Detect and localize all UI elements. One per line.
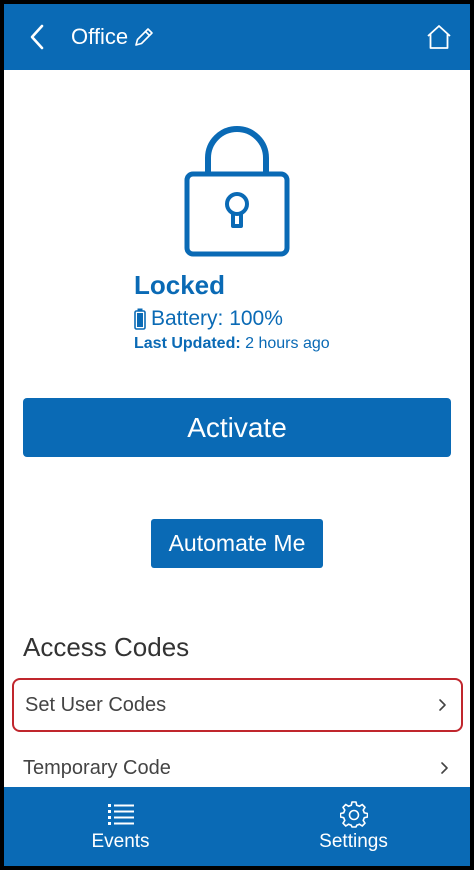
battery-status: Battery: 100%: [134, 307, 283, 331]
bottom-navigation: Events Settings: [4, 787, 470, 866]
battery-icon: [134, 308, 146, 330]
nav-label: Settings: [319, 831, 388, 852]
chevron-left-icon: [30, 24, 44, 50]
gear-icon: [339, 801, 368, 828]
automate-me-button[interactable]: Automate Me: [151, 519, 323, 568]
nav-item-events[interactable]: Events: [4, 787, 237, 866]
lock-status: Locked: [134, 270, 226, 300]
battery-text: Battery: 100%: [151, 307, 283, 330]
chevron-right-icon: [439, 699, 446, 711]
list-item-label: Set User Codes: [25, 693, 167, 716]
app-header: Office: [4, 4, 470, 70]
list-item-set-user-codes[interactable]: Set User Codes: [12, 678, 463, 732]
back-button[interactable]: [22, 22, 52, 52]
list-icon: [107, 804, 134, 825]
edit-name-button[interactable]: [132, 25, 156, 49]
last-updated: Last Updated: 2 hours ago: [134, 335, 330, 353]
home-icon: [427, 25, 451, 49]
activate-button[interactable]: Activate: [23, 398, 451, 457]
nav-item-settings[interactable]: Settings: [237, 787, 470, 866]
list-item-label: Temporary Code: [23, 756, 171, 779]
page-title: Office: [71, 24, 129, 49]
chevron-right-icon: [441, 762, 448, 774]
last-updated-value: 2 hours ago: [245, 335, 330, 352]
access-codes-title: Access Codes: [23, 632, 190, 662]
last-updated-label: Last Updated:: [134, 335, 241, 352]
lock-icon: [184, 126, 290, 257]
pencil-icon: [135, 28, 153, 46]
nav-label: Events: [91, 831, 150, 852]
app-screen: Office Locked Battery: 100% Last Updated…: [4, 4, 470, 866]
home-button[interactable]: [424, 22, 454, 52]
